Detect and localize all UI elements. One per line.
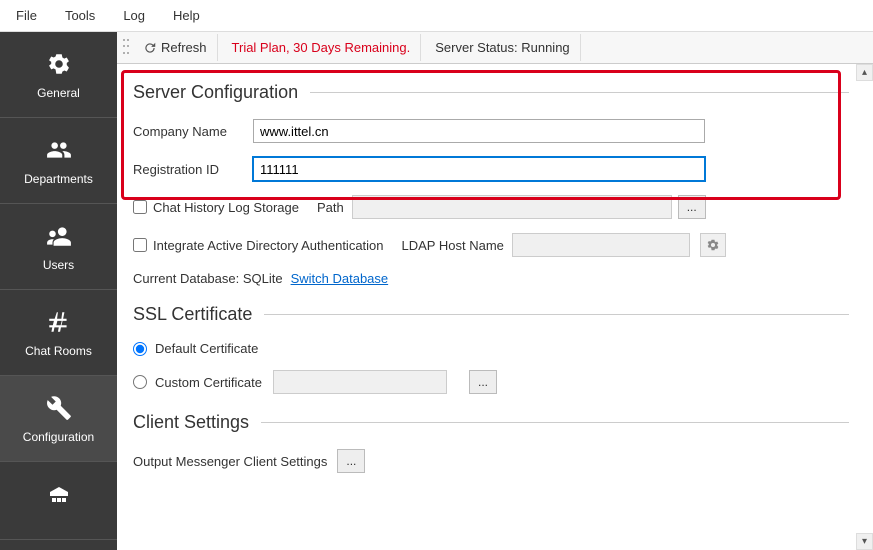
ad-auth-checkbox[interactable]: Integrate Active Directory Authenticatio… <box>133 238 384 253</box>
sidebar-item-label: Departments <box>24 172 93 186</box>
ldap-label: LDAP Host Name <box>402 238 504 253</box>
sidebar-item-configuration[interactable]: Configuration <box>0 376 117 462</box>
path-input <box>352 195 672 219</box>
trial-status: Trial Plan, 30 Days Remaining. <box>222 34 422 61</box>
custom-cert-radio[interactable] <box>133 375 147 389</box>
sidebar-item-chatrooms[interactable]: Chat Rooms <box>0 290 117 376</box>
current-db-label: Current Database: SQLite <box>133 271 283 286</box>
grip-icon <box>123 39 129 57</box>
client-settings-section: Client Settings Output Messenger Client … <box>133 412 849 473</box>
server-config-section: Server Configuration Company Name Regist… <box>133 82 849 286</box>
gear-icon <box>706 238 720 252</box>
departments-icon <box>45 136 73 164</box>
custom-cert-browse-button[interactable]: ... <box>469 370 497 394</box>
sidebar-item-extra[interactable] <box>0 462 117 540</box>
tools-icon <box>45 394 73 422</box>
menu-log[interactable]: Log <box>109 4 159 27</box>
ldap-settings-button[interactable] <box>700 233 726 257</box>
menu-tools[interactable]: Tools <box>51 4 109 27</box>
ad-auth-label: Integrate Active Directory Authenticatio… <box>153 238 384 253</box>
refresh-label: Refresh <box>161 40 207 55</box>
sidebar: General Departments Users Chat Rooms Con… <box>0 32 117 550</box>
default-cert-radio[interactable] <box>133 342 147 356</box>
client-settings-button[interactable]: ... <box>337 449 365 473</box>
server-status: Server Status: Running <box>425 34 580 61</box>
main-panel: Refresh Trial Plan, 30 Days Remaining. S… <box>117 32 873 550</box>
divider <box>310 92 849 93</box>
chat-log-label: Chat History Log Storage <box>153 200 299 215</box>
custom-cert-input <box>273 370 447 394</box>
registration-id-label: Registration ID <box>133 162 253 177</box>
scroll-up-button[interactable]: ▴ <box>856 64 873 81</box>
path-label: Path <box>317 200 344 215</box>
gear-icon <box>45 50 73 78</box>
content-area: Server Configuration Company Name Regist… <box>117 64 873 550</box>
output-settings-label: Output Messenger Client Settings <box>133 454 327 469</box>
ssl-heading: SSL Certificate <box>133 304 252 325</box>
menubar: File Tools Log Help <box>0 0 873 32</box>
ldap-input <box>512 233 690 257</box>
ssl-section: SSL Certificate Default Certificate Cust… <box>133 304 849 394</box>
client-settings-heading: Client Settings <box>133 412 249 433</box>
refresh-button[interactable]: Refresh <box>133 34 218 61</box>
company-name-label: Company Name <box>133 124 253 139</box>
sidebar-item-general[interactable]: General <box>0 32 117 118</box>
divider <box>264 314 849 315</box>
users-icon <box>45 222 73 250</box>
default-cert-label: Default Certificate <box>155 341 258 356</box>
chat-log-check-input[interactable] <box>133 200 147 214</box>
sidebar-item-label: Chat Rooms <box>25 344 92 358</box>
menu-file[interactable]: File <box>2 4 51 27</box>
ad-auth-check-input[interactable] <box>133 238 147 252</box>
divider <box>261 422 849 423</box>
refresh-icon <box>143 41 157 55</box>
menu-help[interactable]: Help <box>159 4 214 27</box>
chat-log-checkbox[interactable]: Chat History Log Storage <box>133 200 299 215</box>
sidebar-item-label: Users <box>43 258 74 272</box>
company-name-input[interactable] <box>253 119 705 143</box>
topbar: Refresh Trial Plan, 30 Days Remaining. S… <box>117 32 873 64</box>
sidebar-item-label: Configuration <box>23 430 94 444</box>
server-config-heading: Server Configuration <box>133 82 298 103</box>
switch-db-link[interactable]: Switch Database <box>291 271 389 286</box>
sidebar-item-departments[interactable]: Departments <box>0 118 117 204</box>
block-icon <box>45 483 73 511</box>
path-browse-button[interactable]: ... <box>678 195 706 219</box>
sidebar-item-label: General <box>37 86 80 100</box>
scroll-down-button[interactable]: ▾ <box>856 533 873 550</box>
sidebar-item-users[interactable]: Users <box>0 204 117 290</box>
hash-icon <box>45 308 73 336</box>
registration-id-input[interactable] <box>253 157 705 181</box>
custom-cert-label: Custom Certificate <box>155 375 265 390</box>
